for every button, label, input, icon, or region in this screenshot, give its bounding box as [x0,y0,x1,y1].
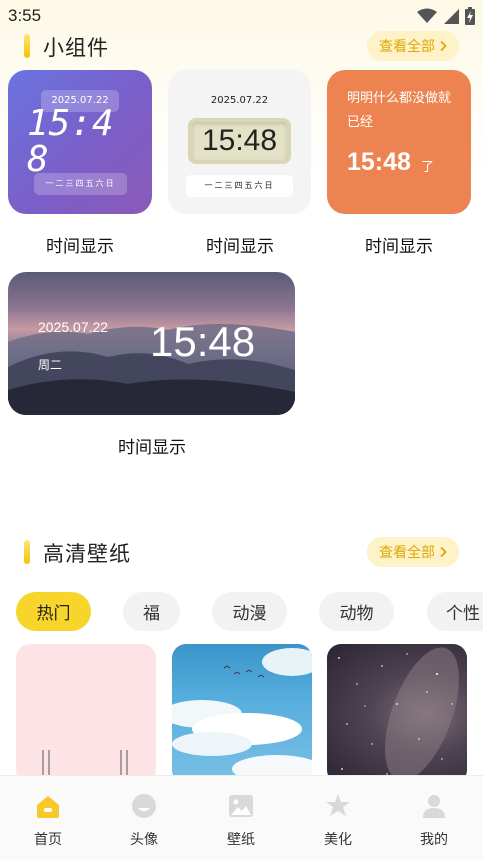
tag-animals[interactable]: 动物 [319,592,394,631]
widget-lcd-screen: 15:48 [188,118,291,164]
home-icon [37,796,59,818]
nav-wallpaper[interactable]: 壁纸 [193,776,289,860]
wallpaper-icon [229,795,253,817]
view-all-label: 查看全部 [379,545,435,561]
wallpaper-image [338,647,459,781]
section-accent-bar [24,34,30,58]
widget-label-4: 时间显示 [118,438,186,458]
nav-wallpaper-label: 壁纸 [227,832,255,848]
chevron-right-icon [440,40,447,52]
widget-text: 明明什么都没做就已经 [347,91,452,130]
beautify-icon [326,794,350,816]
widget-card-3[interactable]: 明明什么都没做就已经 15:48 了 [327,70,471,214]
widget-date: 2025.07.22 [38,319,109,335]
wallpaper-section-header: 高清壁纸 查看全部 [0,535,483,571]
tag-hot[interactable]: 热门 [16,592,91,631]
wallpaper-image [172,648,312,783]
nav-profile[interactable]: 我的 [386,776,482,860]
profile-icon [423,795,445,818]
bottom-navigation: 首页 头像 壁纸 美化 我的 [0,775,483,860]
widgets-section-header: 小组件 查看全部 [0,29,483,65]
chevron-right-icon [440,546,447,558]
signal-icon [444,9,459,24]
wallpaper-thumbnail-3[interactable] [327,644,467,784]
tag-anime[interactable]: 动漫 [212,592,287,631]
widget-time: 15:48 [201,124,278,157]
widget-suffix: 了 [421,160,435,175]
widget-card-1[interactable]: 2025.07.22 15:48 一二三四五六日 [8,70,152,214]
wallpaper-view-all-button[interactable]: 查看全部 [367,537,459,567]
avatar-icon [132,794,156,818]
tag-personality[interactable]: 个性 [427,592,483,631]
nav-avatar[interactable]: 头像 [96,776,192,860]
nav-home-label: 首页 [34,832,62,848]
widget-label-2: 时间显示 [206,237,274,257]
nav-beautify[interactable]: 美化 [290,776,386,860]
nav-profile-label: 我的 [420,832,448,848]
wallpaper-thumbnail-1[interactable] [16,644,156,784]
widget-label-3: 时间显示 [365,237,433,257]
tag-fu[interactable]: 福 [123,592,180,631]
widget-weekdays: 一二三四五六日 [34,173,127,195]
wifi-icon [417,8,437,23]
widget-card-2[interactable]: 2025.07.22 15:48 一二三四五六日 [168,70,311,214]
widgets-section-title: 小组件 [43,36,109,60]
nav-home[interactable]: 首页 [0,776,96,860]
status-bar: 3:55 [0,0,483,32]
widget-label-1: 时间显示 [46,237,114,257]
widget-weekday: 周二 [38,358,63,372]
widget-time: 15:48 [27,103,114,180]
wallpaper-section-title: 高清壁纸 [43,542,131,566]
view-all-label: 查看全部 [379,39,435,55]
status-icons [417,7,475,25]
nav-avatar-label: 头像 [130,832,158,848]
widgets-view-all-button[interactable]: 查看全部 [367,31,459,61]
nav-beautify-label: 美化 [324,832,352,848]
widget-card-4[interactable]: 2025.07.22 周二 15:48 [8,272,295,415]
section-accent-bar [24,540,30,564]
battery-icon [465,7,475,25]
widget-weekdays: 一二三四五六日 [186,175,293,197]
widget-time: 15:48 [347,148,411,176]
wallpaper-image [42,750,128,784]
wallpaper-thumbnail-2[interactable] [172,644,312,784]
widget-date: 2025.07.22 [210,95,269,106]
status-time: 3:55 [8,6,42,25]
widget-time: 15:48 [150,318,256,365]
